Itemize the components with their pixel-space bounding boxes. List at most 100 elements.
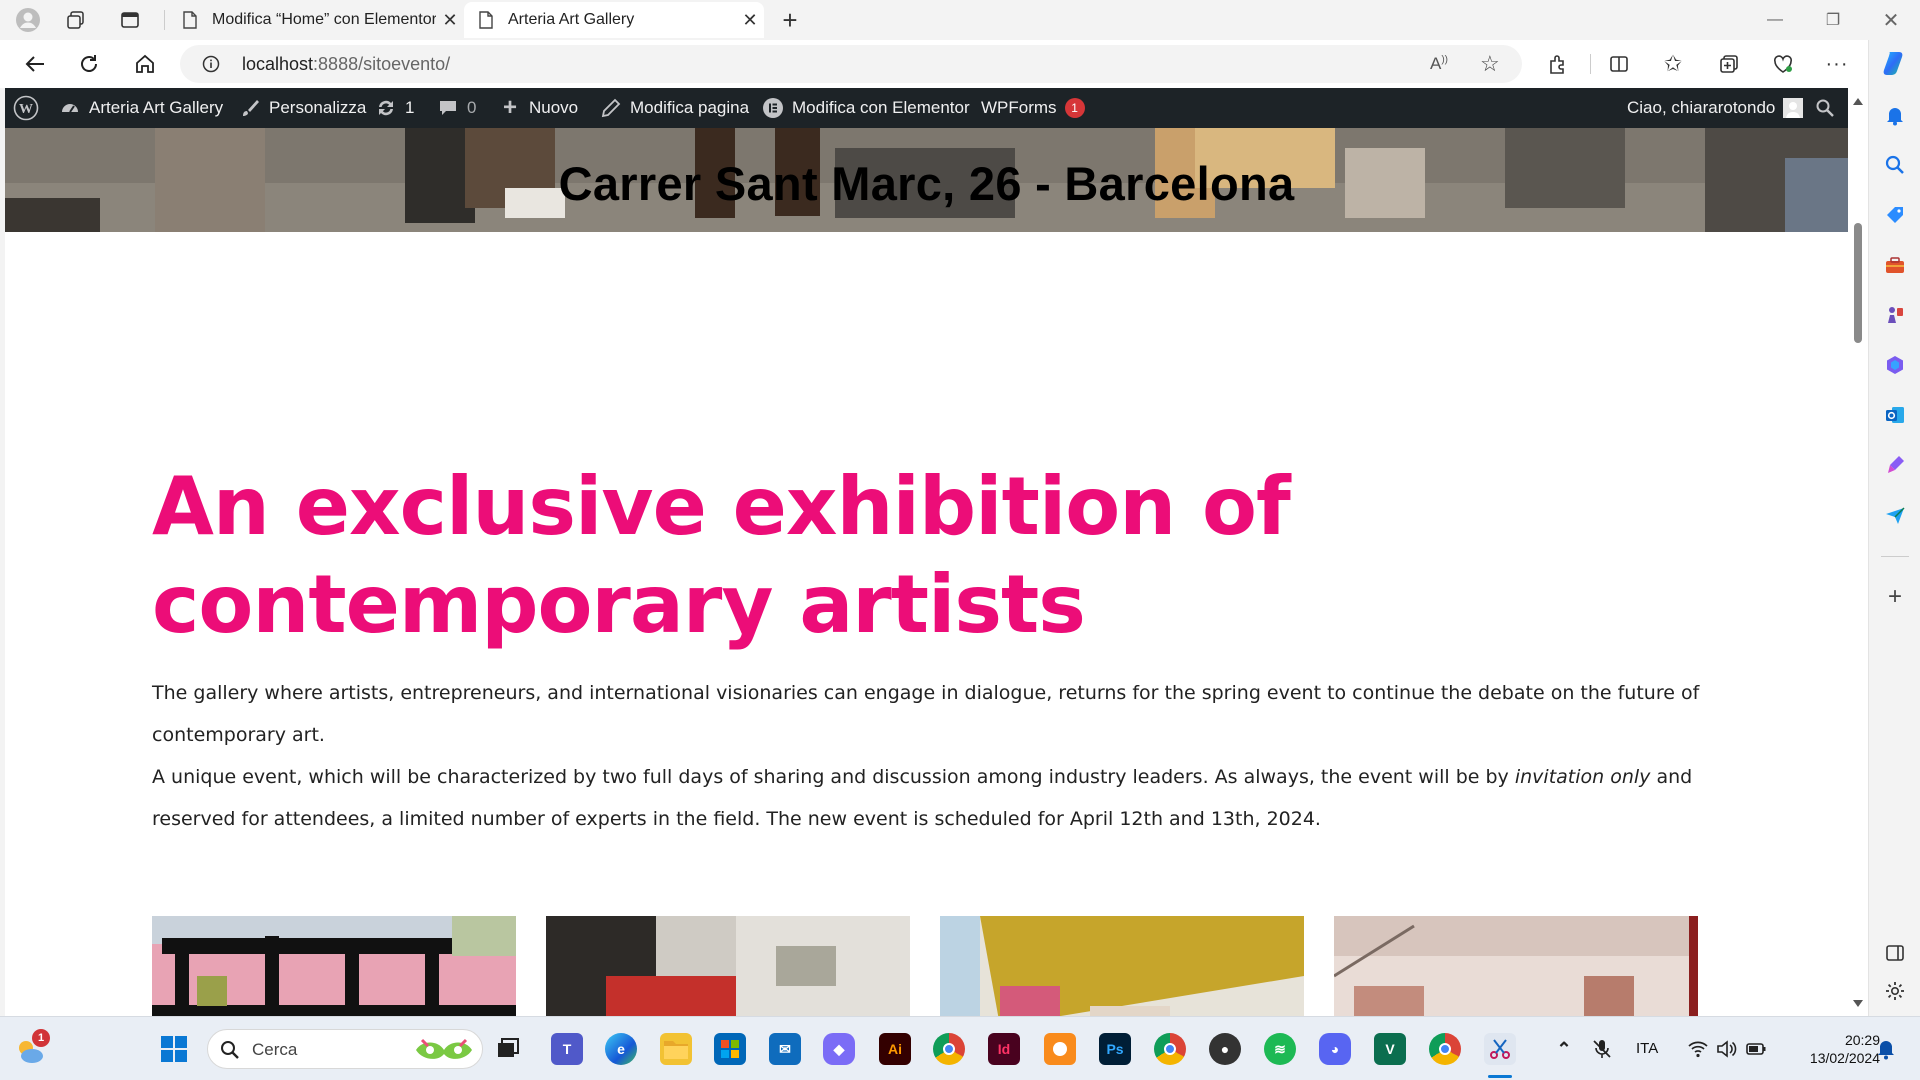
close-tab-icon[interactable]: ✕ (436, 10, 464, 31)
event-text-1: A unique event, which will be characteri… (152, 766, 1515, 788)
comment-icon (437, 97, 459, 119)
discord-icon[interactable]: ◕ (1319, 1033, 1351, 1065)
weather-icon[interactable]: 1 (12, 1029, 50, 1069)
tools-briefcase-icon[interactable] (1882, 252, 1908, 278)
microsoft-365-icon[interactable] (1882, 352, 1908, 378)
task-view-icon[interactable] (492, 1033, 524, 1065)
wp-edit-page[interactable]: Modifica pagina (600, 88, 749, 128)
wp-wpforms[interactable]: WPForms 1 (981, 88, 1085, 128)
gallery-image-2[interactable] (546, 916, 910, 1016)
gallery-image-4[interactable] (1334, 916, 1698, 1016)
start-windows-icon[interactable] (158, 1033, 190, 1065)
url-host: localhost (242, 54, 314, 74)
indesign-icon[interactable]: Id (988, 1033, 1020, 1065)
event-text-italic: invitation only (1514, 766, 1651, 788)
shopping-tag-icon[interactable] (1882, 202, 1908, 228)
wp-search-icon[interactable] (1815, 88, 1835, 128)
photoshop-icon[interactable]: Ps (1099, 1033, 1131, 1065)
site-info-icon[interactable] (202, 55, 220, 73)
back-icon[interactable] (20, 50, 50, 78)
close-window-icon[interactable]: ✕ (1868, 6, 1914, 34)
restore-icon[interactable]: ❐ (1810, 6, 1856, 34)
read-aloud-icon[interactable]: A)) (1430, 54, 1448, 74)
microsoft-store-icon[interactable] (714, 1033, 746, 1065)
spotify-icon[interactable]: ≋ (1264, 1033, 1296, 1065)
hide-sidebar-icon[interactable] (1882, 940, 1908, 966)
language-indicator[interactable]: ITA (1636, 1040, 1658, 1057)
drop-send-icon[interactable] (1882, 502, 1908, 528)
vertical-tabs-icon[interactable] (116, 6, 144, 34)
profile-icon[interactable] (14, 6, 42, 34)
tray-chevron-icon[interactable]: ⌃ (1548, 1033, 1580, 1065)
app-v-icon[interactable]: V (1374, 1033, 1406, 1065)
collections-icon[interactable] (1714, 50, 1744, 78)
settings-gear-icon[interactable] (1882, 978, 1908, 1004)
scroll-thumb[interactable] (1854, 223, 1862, 343)
notification-bell-icon[interactable] (1870, 1033, 1902, 1065)
headline-line-1: An exclusive exhibition of (152, 460, 1291, 553)
system-clock[interactable]: 20:29 13/02/2024 (1780, 1031, 1880, 1067)
battery-icon[interactable] (1740, 1033, 1772, 1065)
bell-icon[interactable] (1882, 102, 1908, 128)
search-placeholder: Cerca (252, 1040, 298, 1059)
dashboard-icon (59, 97, 81, 119)
app-orange-icon[interactable] (1044, 1033, 1076, 1065)
chrome-icon[interactable] (933, 1033, 965, 1065)
more-menu-icon[interactable]: ··· (1822, 50, 1852, 78)
chrome-user-icon[interactable] (1429, 1033, 1461, 1065)
favorites-icon[interactable]: ✩ (1658, 50, 1688, 78)
sidebar-divider (1881, 556, 1909, 557)
gallery-image-1[interactable] (152, 916, 516, 1016)
wp-updates[interactable]: 1 (375, 88, 414, 128)
designer-icon[interactable] (1882, 452, 1908, 478)
browser-tab-strip: Modifica “Home” con Elementor ✕ Arteria … (0, 0, 1920, 40)
wp-site-name[interactable]: Arteria Art Gallery (59, 88, 223, 128)
teams-icon[interactable]: T (551, 1033, 583, 1065)
home-icon[interactable] (130, 50, 160, 78)
edit-elementor-label: Modifica con Elementor (792, 98, 970, 117)
new-tab-icon[interactable]: + (776, 5, 804, 35)
copilot-taskbar-icon[interactable]: ◆ (823, 1033, 855, 1065)
plus-icon: + (502, 94, 517, 121)
gallery-image-3[interactable] (940, 916, 1304, 1016)
browser-essentials-icon[interactable] (1768, 50, 1798, 78)
search-icon[interactable] (1882, 152, 1908, 178)
close-tab-icon[interactable]: ✕ (736, 10, 764, 31)
volume-icon[interactable] (1710, 1033, 1742, 1065)
address-bar[interactable]: localhost:8888/sitoevento/ A)) ☆ (180, 45, 1522, 83)
wordpress-logo-icon[interactable]: W (13, 88, 39, 128)
wp-account[interactable]: Ciao, chiararotondo (1627, 88, 1804, 128)
page-scrollbar[interactable] (1848, 88, 1868, 1016)
favorite-star-icon[interactable]: ☆ (1480, 51, 1500, 77)
taskbar-search[interactable]: Cerca (207, 1029, 483, 1069)
extensions-icon[interactable] (1543, 50, 1573, 78)
outlook-icon[interactable] (1882, 402, 1908, 428)
games-icon[interactable] (1882, 302, 1908, 328)
tab-arteria[interactable]: Arteria Art Gallery ✕ (464, 2, 764, 38)
wp-edit-elementor[interactable]: Modifica con Elementor (762, 88, 970, 128)
page-icon (183, 11, 197, 29)
file-explorer-icon[interactable] (660, 1033, 692, 1065)
mic-muted-icon[interactable] (1586, 1033, 1618, 1065)
refresh-icon[interactable] (74, 50, 104, 78)
snipping-tool-icon[interactable] (1484, 1033, 1516, 1065)
split-screen-icon[interactable] (1604, 50, 1634, 78)
toolbar-divider (1590, 54, 1591, 74)
scroll-down-icon[interactable] (1853, 1000, 1863, 1007)
github-icon[interactable]: ● (1209, 1033, 1241, 1065)
edge-icon[interactable]: e (605, 1033, 637, 1065)
hero-title: Carrer Sant Marc, 26 - Barcelona (558, 157, 1295, 210)
wp-comments[interactable]: 0 (437, 88, 476, 128)
illustrator-icon[interactable]: Ai (879, 1033, 911, 1065)
tab-elementor[interactable]: Modifica “Home” con Elementor ✕ (168, 2, 464, 38)
chrome-profile-icon[interactable] (1154, 1033, 1186, 1065)
minimize-icon[interactable]: — (1752, 6, 1798, 34)
scroll-up-icon[interactable] (1853, 98, 1863, 105)
wp-new[interactable]: + Nuovo (499, 88, 578, 128)
copilot-icon[interactable] (1880, 48, 1910, 78)
add-icon[interactable]: + (1882, 583, 1908, 610)
mail-icon[interactable]: ✉ (769, 1033, 801, 1065)
workspaces-icon[interactable] (62, 6, 90, 34)
wp-customize[interactable]: Personalizza (239, 88, 366, 128)
url-text[interactable]: localhost:8888/sitoevento/ (242, 54, 450, 75)
